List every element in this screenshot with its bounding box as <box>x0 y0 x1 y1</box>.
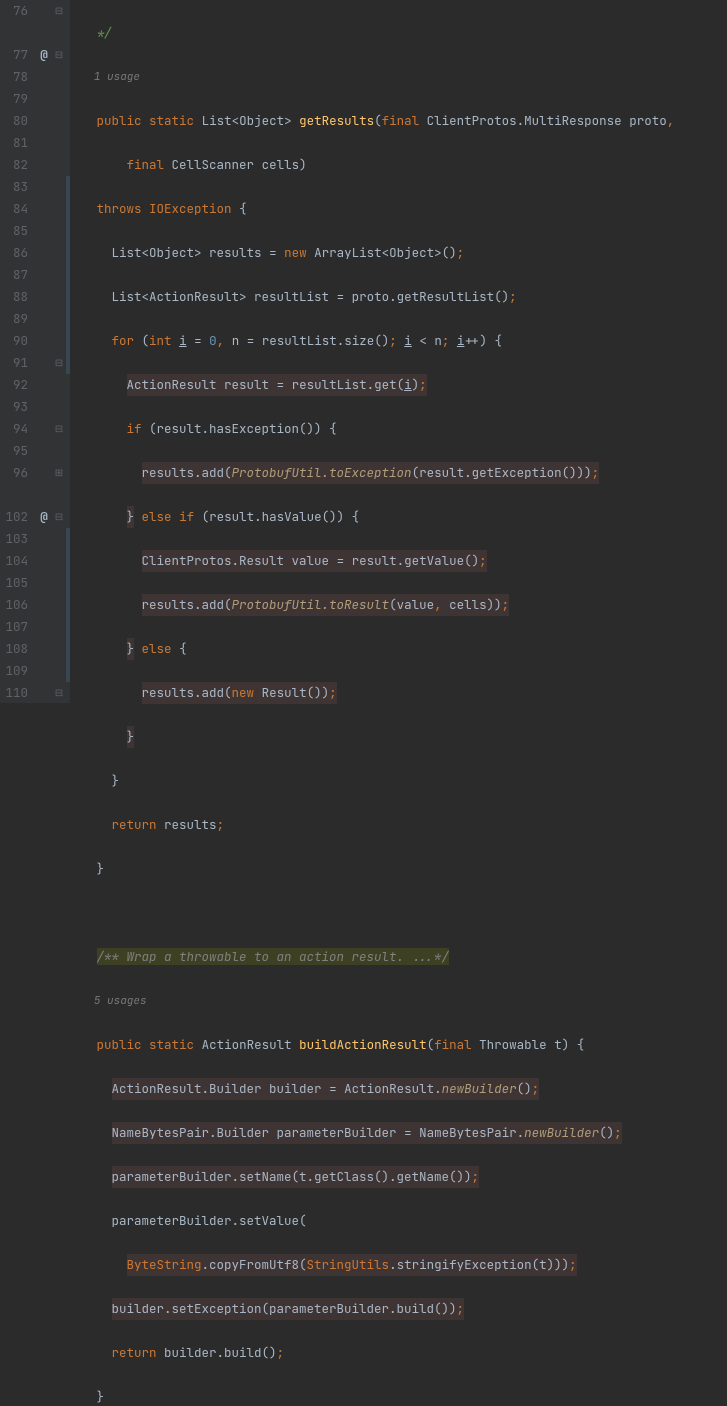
line-number: 105 <box>0 572 28 594</box>
bookmark-icon[interactable]: @ <box>36 506 52 528</box>
bookmark-icon[interactable]: @ <box>36 44 52 66</box>
code-line[interactable]: public static ActionResult buildActionRe… <box>74 1034 674 1056</box>
gutter: 76 77 78 79 80 81 82 83 84 85 86 87 88 8… <box>0 0 70 703</box>
line-number: 108 <box>0 638 28 660</box>
fold-toggle-icon[interactable]: ⊟ <box>52 44 66 66</box>
code-line[interactable]: parameterBuilder.setValue( <box>74 1210 674 1232</box>
code-line[interactable]: builder.setException(parameterBuilder.bu… <box>74 1298 674 1320</box>
line-number: 78 <box>0 66 28 88</box>
line-number: 93 <box>0 396 28 418</box>
code-line[interactable]: results.add(ProtobufUtil.toResult(value,… <box>74 594 674 616</box>
code-line[interactable]: results.add(ProtobufUtil.toException(res… <box>74 462 674 484</box>
code-line[interactable]: } <box>74 858 674 880</box>
code-line[interactable]: } else if (result.hasValue()) { <box>74 506 674 528</box>
fold-toggle-icon[interactable] <box>52 88 66 110</box>
line-number: 92 <box>0 374 28 396</box>
fold-toggle-icon[interactable] <box>52 154 66 176</box>
code-line[interactable]: ByteString.copyFromUtf8(StringUtils.stri… <box>74 1254 674 1276</box>
bookmark-column: @ @ <box>36 0 52 703</box>
code-line[interactable]: ActionResult.Builder builder = ActionRes… <box>74 1078 674 1100</box>
line-number: 103 <box>0 528 28 550</box>
code-line[interactable]: } else { <box>74 638 674 660</box>
line-number: 109 <box>0 660 28 682</box>
line-number: 102 <box>0 506 28 528</box>
code-line[interactable]: parameterBuilder.setName(t.getClass().ge… <box>74 1166 674 1188</box>
line-number <box>0 22 28 44</box>
code-line[interactable]: } <box>74 770 674 792</box>
code-editor[interactable]: 76 77 78 79 80 81 82 83 84 85 86 87 88 8… <box>0 0 727 703</box>
line-number: 82 <box>0 154 28 176</box>
code-line[interactable]: return results; <box>74 814 674 836</box>
fold-toggle-icon[interactable] <box>52 242 66 264</box>
fold-toggle-icon[interactable]: ⊞ <box>52 462 66 484</box>
code-line[interactable]: List<Object> results = new ArrayList<Obj… <box>74 242 674 264</box>
line-number: 86 <box>0 242 28 264</box>
line-number: 84 <box>0 198 28 220</box>
line-number <box>0 484 28 506</box>
code-line[interactable]: } <box>74 1386 674 1406</box>
fold-toggle-icon[interactable]: ⊟ <box>52 0 66 22</box>
line-number: 94 <box>0 418 28 440</box>
code-line[interactable]: return builder.build(); <box>74 1342 674 1364</box>
fold-toggle-icon[interactable]: ⊟ <box>52 352 66 374</box>
fold-toggle-icon[interactable] <box>52 308 66 330</box>
line-number: 89 <box>0 308 28 330</box>
line-number: 107 <box>0 616 28 638</box>
code-line[interactable]: NameBytesPair.Builder parameterBuilder =… <box>74 1122 674 1144</box>
fold-toggle-icon[interactable] <box>52 374 66 396</box>
code-line[interactable]: for (int i = 0, n = resultList.size(); i… <box>74 330 674 352</box>
code-line[interactable]: */ <box>74 22 674 44</box>
line-number: 80 <box>0 110 28 132</box>
fold-toggle-icon[interactable] <box>52 198 66 220</box>
line-number: 76 <box>0 0 28 22</box>
line-number: 83 <box>0 176 28 198</box>
code-line[interactable]: /** Wrap a throwable to an action result… <box>74 946 674 968</box>
line-number: 96 <box>0 462 28 484</box>
fold-toggle-icon[interactable]: ⊟ <box>52 682 66 704</box>
code-line[interactable]: throws IOException { <box>74 198 674 220</box>
code-line[interactable]: final CellScanner cells) <box>74 154 674 176</box>
line-number: 106 <box>0 594 28 616</box>
code-line[interactable]: results.add(new Result()); <box>74 682 674 704</box>
line-number: 79 <box>0 88 28 110</box>
code-area[interactable]: */ 1 usage public static List<Object> ge… <box>70 0 674 703</box>
code-line[interactable]: } <box>74 726 674 748</box>
usage-hint[interactable]: 5 usages <box>74 990 674 1012</box>
line-number: 77 <box>0 44 28 66</box>
line-number: 85 <box>0 220 28 242</box>
fold-toggle-icon[interactable]: ⊟ <box>52 506 66 528</box>
fold-toggle-icon[interactable]: ⊟ <box>52 418 66 440</box>
line-number: 87 <box>0 264 28 286</box>
line-number: 90 <box>0 330 28 352</box>
code-line[interactable]: ActionResult result = resultList.get(i); <box>74 374 674 396</box>
code-line[interactable] <box>74 902 674 924</box>
code-line[interactable]: public static List<Object> getResults(fi… <box>74 110 674 132</box>
line-number: 104 <box>0 550 28 572</box>
code-line[interactable]: if (result.hasException()) { <box>74 418 674 440</box>
line-number: 110 <box>0 682 28 704</box>
line-number: 81 <box>0 132 28 154</box>
line-number: 95 <box>0 440 28 462</box>
line-number: 91 <box>0 352 28 374</box>
fold-column: ⊟ ⊟ ⊟ ⊟ ⊞ ⊟ ⊟ <box>52 0 66 703</box>
code-line[interactable]: List<ActionResult> resultList = proto.ge… <box>74 286 674 308</box>
usage-hint[interactable]: 1 usage <box>74 66 674 88</box>
code-line[interactable]: ClientProtos.Result value = result.getVa… <box>74 550 674 572</box>
folded-javadoc[interactable]: /** Wrap a throwable to an action result… <box>97 948 450 965</box>
line-number: 88 <box>0 286 28 308</box>
line-numbers: 76 77 78 79 80 81 82 83 84 85 86 87 88 8… <box>0 0 36 703</box>
